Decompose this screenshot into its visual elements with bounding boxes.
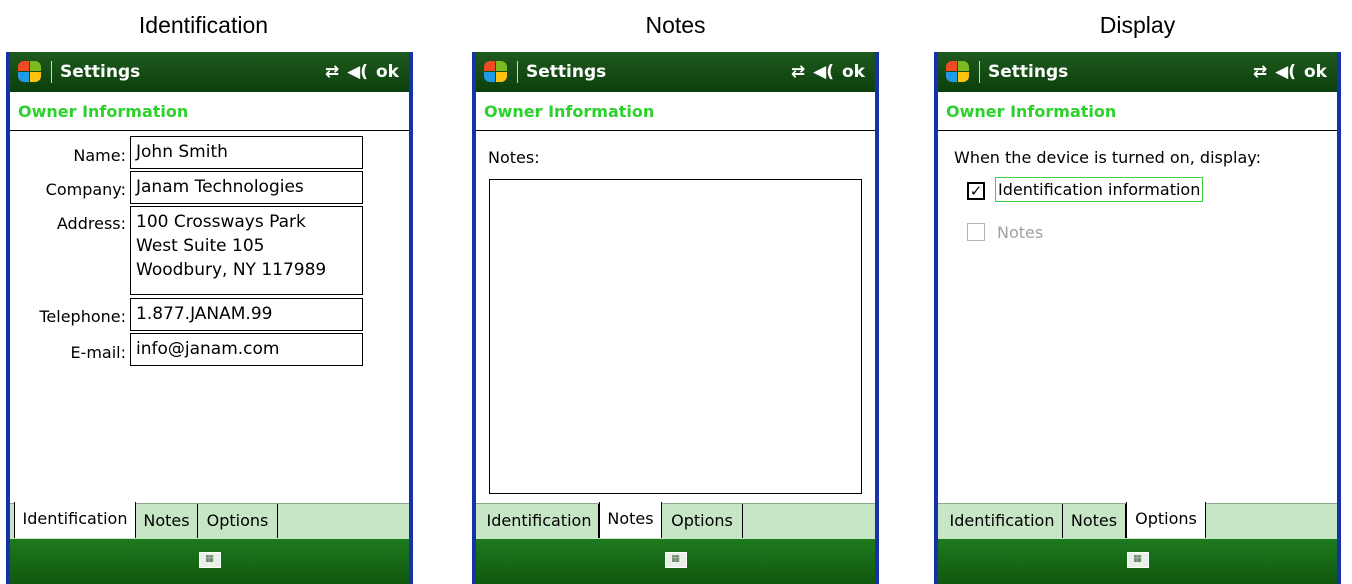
menu-bar: ▦ (476, 539, 875, 584)
status-icons: ⇄ ◀( ok (783, 52, 865, 92)
status-icons: ⇄ ◀( ok (1245, 52, 1327, 92)
title-bar: Settings ⇄ ◀( ok (938, 52, 1337, 92)
windows-start-icon[interactable] (946, 61, 970, 83)
screen-display: Settings ⇄ ◀( ok Owner Information When th… (934, 52, 1341, 584)
page-header: Owner Information (10, 92, 409, 131)
divider (517, 61, 518, 83)
page-title: Owner Information (484, 102, 655, 121)
tab-identification[interactable]: Identification (480, 504, 599, 538)
address-line: Woodbury, NY 117989 (136, 260, 327, 280)
caption-display: Display (1099, 12, 1176, 38)
title-bar: Settings ⇄ ◀( ok (476, 52, 875, 92)
menu-bar: ▦ (938, 539, 1337, 584)
volume-icon[interactable]: ◀( (1275, 62, 1296, 82)
page-title: Owner Information (18, 102, 189, 121)
keyboard-icon[interactable]: ▦ (198, 552, 221, 568)
company-label: Company: (45, 180, 126, 199)
device-edge (409, 52, 413, 584)
device-edge (1337, 52, 1341, 584)
device-edge (875, 52, 879, 584)
telephone-label: Telephone: (39, 307, 126, 326)
company-field[interactable]: Janam Technologies (130, 171, 363, 204)
identification-option-label[interactable]: Identification information (995, 177, 1204, 202)
tab-bar: Identification Notes Options (476, 502, 875, 539)
name-label: Name: (73, 146, 126, 165)
caption-identification: Identification (138, 12, 269, 38)
tab-notes[interactable]: Notes (136, 504, 198, 538)
notes-checkbox[interactable] (967, 223, 985, 241)
tab-options[interactable]: Options (1126, 502, 1206, 538)
tab-options[interactable]: Options (662, 504, 743, 538)
address-field[interactable]: 100 Crossways Park West Suite 105 Woodbu… (130, 206, 363, 295)
email-field[interactable]: info@janam.com (130, 333, 363, 366)
tab-bar: Identification Notes Options (10, 502, 409, 539)
windows-start-icon[interactable] (18, 61, 42, 83)
tab-identification[interactable]: Identification (942, 504, 1063, 538)
address-line: West Suite 105 (136, 236, 265, 256)
ok-button[interactable]: ok (1304, 62, 1327, 82)
keyboard-icon[interactable]: ▦ (664, 552, 687, 568)
email-label: E-mail: (70, 343, 126, 362)
display-prompt: When the device is turned on, display: (954, 148, 1261, 167)
name-field[interactable]: John Smith (130, 136, 363, 169)
tab-identification[interactable]: Identification (14, 502, 136, 538)
screen-identification: Settings ⇄ ◀( ok Owner Information Name: J… (6, 52, 413, 584)
connectivity-icon[interactable]: ⇄ (791, 62, 805, 82)
connectivity-icon[interactable]: ⇄ (1253, 62, 1267, 82)
page-title: Owner Information (946, 102, 1117, 121)
connectivity-icon[interactable]: ⇄ (325, 62, 339, 82)
app-title: Settings (988, 62, 1069, 82)
screen-notes: Settings ⇄ ◀(ok Owner Information Notes: … (472, 52, 879, 584)
address-line: 100 Crossways Park (136, 212, 306, 232)
divider (979, 61, 980, 83)
keyboard-icon[interactable]: ▦ (1126, 552, 1149, 568)
divider (51, 61, 52, 83)
page-header: Owner Information (938, 92, 1337, 131)
notes-textarea[interactable] (489, 179, 862, 494)
menu-bar: ▦ (10, 539, 409, 584)
title-bar: Settings ⇄ ◀( ok (10, 52, 409, 92)
tab-options[interactable]: Options (198, 504, 278, 538)
volume-icon[interactable]: ◀( (813, 62, 834, 82)
volume-icon[interactable]: ◀( (347, 62, 368, 82)
address-label: Address: (56, 214, 126, 233)
app-title: Settings (526, 62, 607, 82)
status-icons: ⇄ ◀( ok (317, 52, 399, 92)
windows-start-icon[interactable] (484, 61, 508, 83)
tab-bar: Identification Notes Options (938, 502, 1337, 539)
page-header: Owner Information (476, 92, 875, 131)
caption-notes: Notes (645, 12, 706, 38)
ok-button[interactable]: ok (842, 62, 865, 82)
tab-notes[interactable]: Notes (1063, 504, 1126, 538)
notes-option-label: Notes (997, 223, 1044, 242)
app-title: Settings (60, 62, 141, 82)
tab-notes[interactable]: Notes (599, 502, 662, 538)
ok-button[interactable]: ok (376, 62, 399, 82)
telephone-field[interactable]: 1.877.JANAM.99 (130, 298, 363, 331)
notes-label: Notes: (488, 148, 540, 167)
identification-checkbox[interactable]: ✓ (967, 182, 985, 200)
